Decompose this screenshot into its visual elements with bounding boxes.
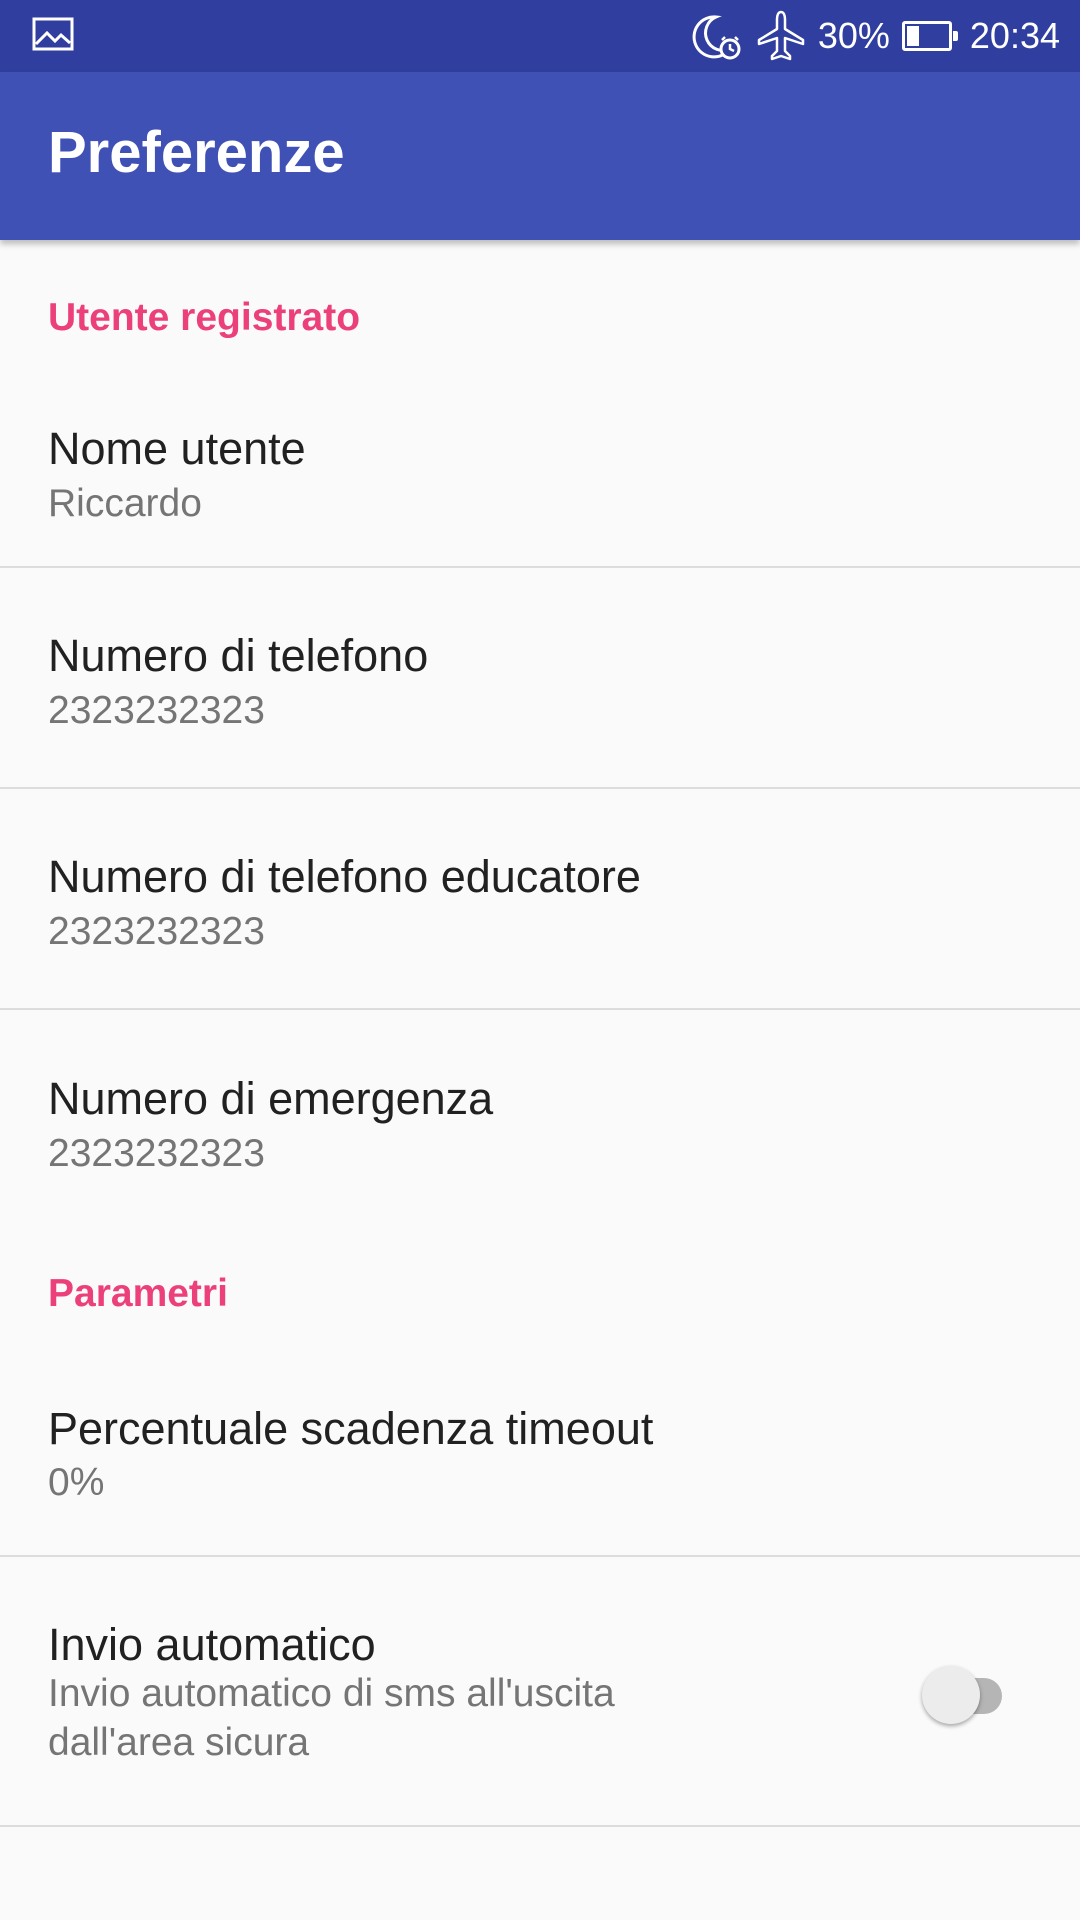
auto-send-toggle[interactable] [922, 1666, 1002, 1724]
pref-title: Percentuale scadenza timeout [48, 1403, 654, 1454]
status-bar: 30% 20:34 [0, 0, 1080, 72]
category-header-registered-user: Utente registrato [0, 240, 1080, 376]
pref-educator-phone-number[interactable]: Numero di telefono educatore 2323232323 [0, 789, 1080, 1010]
pref-timeout-percentage[interactable]: Percentuale scadenza timeout 0% [0, 1352, 1080, 1557]
pref-title: Nome utente [48, 423, 306, 474]
image-notification-icon [32, 17, 74, 51]
app-bar: Preferenze [0, 72, 1080, 240]
airplane-mode-icon [757, 10, 805, 61]
battery-icon [901, 21, 958, 51]
category-header-parameters: Parametri [0, 1226, 1080, 1352]
pref-summary: Riccardo [48, 482, 202, 525]
page-title: Preferenze [48, 120, 345, 185]
pref-title: Numero di telefono educatore [48, 851, 641, 902]
pref-title: Numero di emergenza [48, 1073, 494, 1124]
pref-summary: 2323232323 [48, 1132, 265, 1175]
status-right-group: 30% 20:34 [690, 0, 1060, 72]
pref-title: Numero di telefono [48, 630, 429, 681]
pref-summary: 2323232323 [48, 910, 265, 953]
battery-percent: 30% [817, 15, 890, 56]
pref-phone-number[interactable]: Numero di telefono 2323232323 [0, 568, 1080, 789]
category-title: Parametri [48, 1272, 228, 1315]
preferences-list: Utente registrato Nome utente Riccardo N… [0, 240, 1080, 1827]
toggle-thumb [922, 1666, 980, 1724]
pref-username[interactable]: Nome utente Riccardo [0, 376, 1080, 568]
battery-level [906, 26, 919, 46]
pref-summary: Invio automatico di sms all'uscita dall'… [48, 1672, 615, 1764]
pref-summary: 0% [48, 1461, 105, 1504]
pref-title: Invio automatico [48, 1619, 376, 1670]
pref-emergency-number[interactable]: Numero di emergenza 2323232323 [0, 1010, 1080, 1226]
moon-alarm-icon [692, 15, 741, 60]
pref-summary: 2323232323 [48, 689, 265, 732]
category-title: Utente registrato [48, 296, 361, 339]
pref-auto-send[interactable]: Invio automatico Invio automatico di sms… [0, 1557, 1080, 1827]
status-time: 20:34 [969, 15, 1060, 56]
